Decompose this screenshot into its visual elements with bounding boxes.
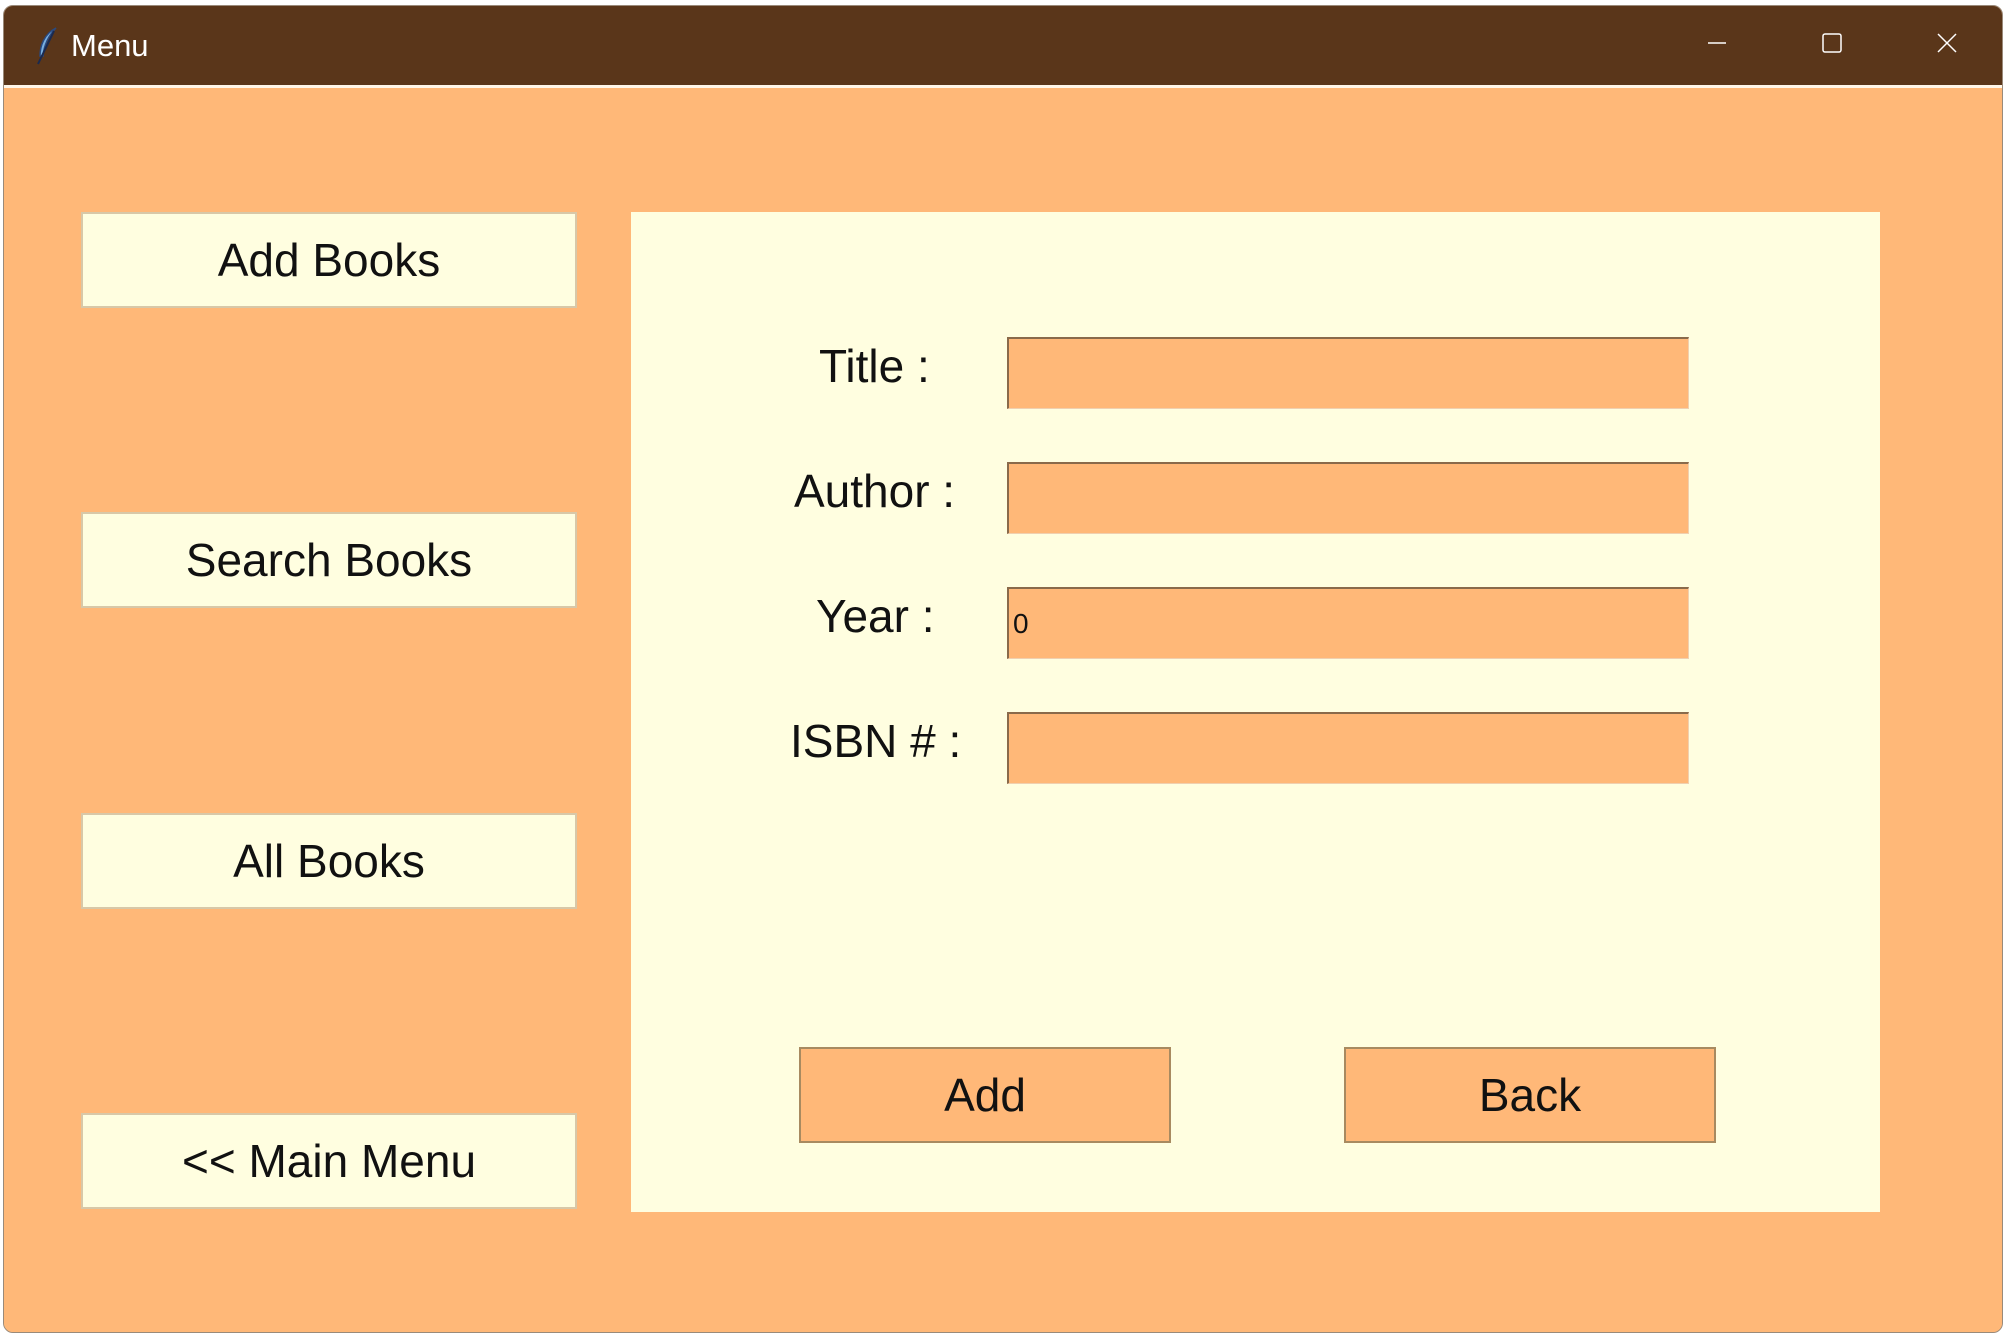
minimize-icon [1705,31,1729,60]
add-book-form-panel: Title : Author : Year : ISBN # : Add Bac… [631,212,1880,1212]
year-input[interactable] [1007,587,1689,659]
main-menu-button[interactable]: << Main Menu [81,1113,577,1209]
app-window: Menu Add Books Search Books All Books <<… [3,5,2003,1333]
author-input[interactable] [1007,462,1689,534]
isbn-input[interactable] [1007,712,1689,784]
title-label: Title : [819,340,930,392]
maximize-icon [1820,31,1844,60]
title-input[interactable] [1007,337,1689,409]
maximize-button[interactable] [1774,6,1889,85]
feather-icon [34,26,62,66]
window-client-area: Add Books Search Books All Books << Main… [4,85,2002,1332]
title-bar[interactable]: Menu [4,6,2002,85]
add-button[interactable]: Add [799,1047,1171,1143]
add-books-button[interactable]: Add Books [81,212,577,308]
search-books-button[interactable]: Search Books [81,512,577,608]
screen: Menu Add Books Search Books All Books <<… [0,0,2007,1335]
close-button[interactable] [1889,6,2002,85]
year-label: Year : [816,590,935,642]
close-icon [1935,31,1959,60]
all-books-button[interactable]: All Books [81,813,577,909]
author-label: Author : [794,465,956,517]
back-button[interactable]: Back [1344,1047,1716,1143]
isbn-label: ISBN # : [790,715,962,767]
minimize-button[interactable] [1659,6,1774,85]
window-title: Menu [71,28,149,63]
